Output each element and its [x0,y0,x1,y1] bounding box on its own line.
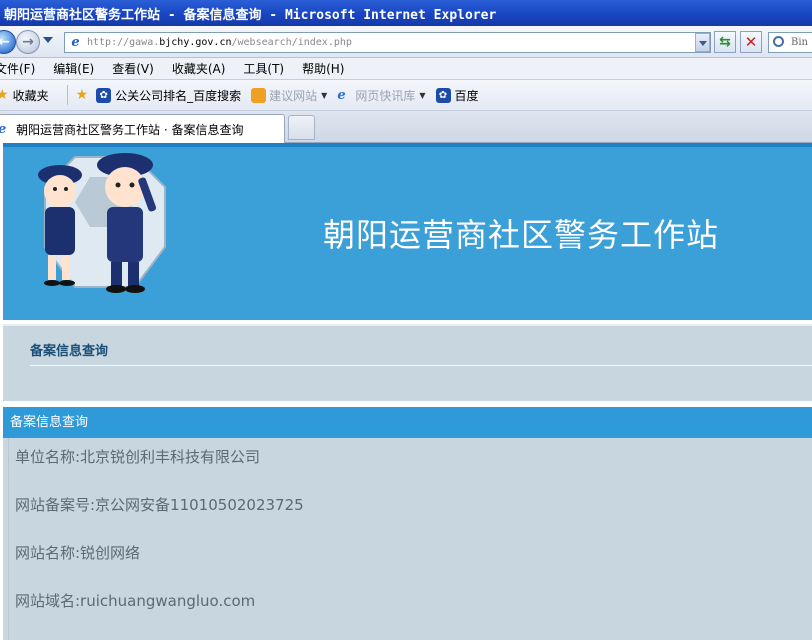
search-input[interactable]: Bin [768,32,812,53]
site-banner: 朝阳运营商社区警务工作站 [3,143,812,320]
favorite-link-label: 百度 [454,88,479,103]
favorite-link-label: 网页快讯库 [355,88,416,103]
favorites-bar: ★ 收藏夹 ★ ✿ 公关公司排名_百度搜索 建议网站 ▼ e 网页快讯库 ▼ ✿… [0,80,812,111]
panel-title: 备案信息查询 [3,408,812,438]
menu-help[interactable]: 帮助(H) [302,60,344,77]
url-prefix: http://gawa. [87,37,160,48]
section-divider [30,365,812,366]
favorite-suggested-sites[interactable]: 建议网站 ▼ [251,87,327,104]
baidu-paw-icon: ✿ [435,87,451,103]
menu-favorites[interactable]: 收藏夹(A) [172,60,226,77]
search-icon [773,36,784,47]
section-header: 备案信息查询 [3,324,812,401]
record-site-name: 网站名称:锐创网络 [15,544,141,562]
record-info-panel: 备案信息查询 单位名称:北京锐创利丰科技有限公司 网站备案号:京公网安备1101… [3,407,812,640]
url-path: /websearch/index.php [231,37,352,48]
address-toolbar: ← → e http://gawa. bjchy.gov.cn/websearch… [0,26,812,58]
favorites-button[interactable]: ★ 收藏夹 [0,87,49,104]
record-domain: 网站域名:ruichuangwangluo.com [15,592,256,610]
section-title: 备案信息查询 [30,344,109,359]
favorites-star-icon: ★ [0,87,9,103]
tab-bar: e 朝阳运营商社区警务工作站 · 备案信息查询 [0,111,812,143]
refresh-button[interactable]: ⇆ [714,31,736,53]
address-bar[interactable]: e http://gawa. bjchy.gov.cn/websearch/ind… [64,32,711,53]
address-dropdown-button[interactable] [695,33,710,52]
baidu-paw-icon: ✿ [96,87,112,103]
url-domain: bjchy.gov.cn [159,37,232,48]
menu-file[interactable]: 文件(F) [0,60,35,77]
favorite-link-label: 建议网站 [269,88,318,103]
site-title: 朝阳运营商社区警务工作站 [323,216,720,254]
chevron-down-icon: ▼ [321,90,328,100]
suggested-sites-icon [251,87,267,103]
chevron-down-icon: ▼ [419,90,426,100]
add-favorite-icon[interactable]: ★ [76,87,89,103]
record-registration-number: 网站备案号:京公网安备11010502023725 [15,496,304,514]
police-mascot-image [38,153,166,293]
web-slice-icon: e [337,87,346,103]
stop-button[interactable]: ✕ [740,31,762,53]
tab-title: 朝阳运营商社区警务工作站 · 备案信息查询 [16,122,244,137]
forward-button[interactable]: → [16,30,40,54]
favorites-label: 收藏夹 [12,88,49,103]
new-tab-button[interactable] [288,115,315,140]
menu-edit[interactable]: 编辑(E) [53,60,94,77]
favorites-divider [66,85,68,105]
tab-current[interactable]: e 朝阳运营商社区警务工作站 · 备案信息查询 [0,114,285,143]
menu-bar: 文件(F) 编辑(E) 查看(V) 收藏夹(A) 工具(T) 帮助(H) [0,58,812,80]
page-content: 朝阳运营商社区警务工作站 备案信息查询 备案信息查询 单位名称:北京锐创利丰科技… [0,143,812,640]
menu-tools[interactable]: 工具(T) [243,60,284,77]
favorite-web-slice-gallery[interactable]: e 网页快讯库 ▼ [337,87,425,104]
record-company-name: 单位名称:北京锐创利丰科技有限公司 [15,448,261,466]
window-title-bar: 朝阳运营商社区警务工作站 - 备案信息查询 - Microsoft Intern… [0,0,812,26]
window-title: 朝阳运营商社区警务工作站 - 备案信息查询 - Microsoft Intern… [4,7,497,23]
favorite-link-baidu-search[interactable]: ✿ 公关公司排名_百度搜索 [96,87,241,104]
history-dropdown-icon[interactable] [43,37,53,43]
ie-page-icon: e [0,122,13,137]
back-button[interactable]: ← [0,30,16,54]
favorite-link-label: 公关公司排名_百度搜索 [115,88,242,103]
search-placeholder: Bin [791,37,808,48]
ie-page-icon: e [71,35,80,50]
menu-view[interactable]: 查看(V) [112,60,154,77]
panel-body: 单位名称:北京锐创利丰科技有限公司 网站备案号:京公网安备11010502023… [8,438,812,640]
favorite-link-baidu[interactable]: ✿ 百度 [435,87,479,104]
